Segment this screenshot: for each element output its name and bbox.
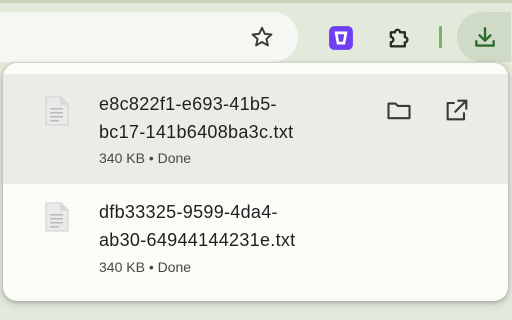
filename-line: ab30-64944144231e.txt (99, 230, 296, 250)
extensions-puzzle-icon[interactable] (385, 23, 413, 51)
text-file-icon (45, 202, 69, 232)
download-item[interactable]: e8c822f1-e693-41b5- bc17-141b6408ba3c.tx… (3, 74, 508, 184)
download-item[interactable]: dfb33325-9599-4da4- ab30-64944144231e.tx… (3, 184, 508, 294)
download-status: 340 KB • Done (99, 150, 192, 166)
download-bubble: e8c822f1-e693-41b5- bc17-141b6408ba3c.tx… (3, 63, 508, 301)
toolbar-top-border (0, 0, 512, 3)
filename-line: dfb33325-9599-4da4- (99, 202, 278, 222)
show-in-folder-icon[interactable] (385, 96, 413, 124)
toolbar-separator (439, 26, 442, 48)
bookmark-star-icon[interactable] (249, 24, 275, 50)
text-file-icon (45, 96, 69, 126)
downloads-button[interactable] (457, 12, 511, 62)
extension-icon[interactable] (328, 25, 354, 51)
download-filename: e8c822f1-e693-41b5- bc17-141b6408ba3c.tx… (99, 90, 369, 146)
open-external-icon[interactable] (443, 96, 471, 124)
filename-line: bc17-141b6408ba3c.txt (99, 122, 294, 142)
download-icon (475, 27, 495, 47)
download-filename: dfb33325-9599-4da4- ab30-64944144231e.tx… (99, 198, 369, 254)
filename-line: e8c822f1-e693-41b5- (99, 94, 277, 114)
download-status: 340 KB • Done (99, 259, 192, 275)
